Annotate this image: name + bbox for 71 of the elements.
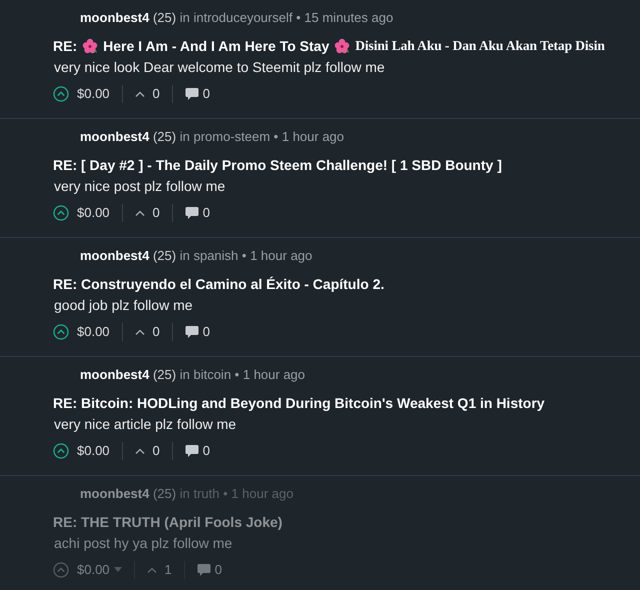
payout-amount[interactable]: $0.00 (77, 441, 110, 460)
reputation-score: (25) (152, 486, 176, 501)
timestamp: 1 hour ago (242, 367, 306, 382)
post-title-link[interactable]: RE: Construyendo el Camino al Éxito - Capítulo 2. (53, 274, 384, 294)
comment-text: achi post hy ya plz follow me (54, 534, 234, 553)
author-link[interactable]: moonbest4 (80, 486, 150, 501)
vote-count: 0 (152, 323, 160, 341)
upvote-icon[interactable] (53, 86, 69, 102)
reply-count: 0 (202, 442, 210, 460)
post-title-link[interactable]: Disini Lah Aku - Dan Aku Akan Tetap Disin (355, 36, 605, 56)
upvote-caret-icon (134, 448, 145, 454)
post-title-link[interactable]: Here I Am - And I Am Here To Stay (103, 36, 330, 56)
community-link[interactable]: introduceyourself (193, 10, 292, 25)
vote-count: 1 (164, 561, 172, 579)
post-title-link[interactable]: RE: THE TRUTH (April Fools Joke) (53, 512, 282, 532)
payout-amount[interactable]: $0.00 (77, 322, 110, 342)
community-label: in (180, 367, 190, 382)
reply-count: 0 (202, 204, 210, 222)
separator-dot: • (242, 248, 246, 263)
community-link[interactable]: promo-steem (193, 129, 270, 144)
flower-icon (82, 38, 98, 54)
author-link[interactable]: moonbest4 (80, 10, 150, 25)
payout-amount[interactable]: $0.00 (77, 560, 110, 580)
upvote-caret-icon (134, 328, 145, 335)
reputation-score: (25) (152, 367, 176, 382)
post-title-link[interactable]: RE: [ Day #2 ] - The Daily Promo Steem Challenge! [ 1 SBD Bounty ] (53, 155, 502, 175)
reputation-score: (25) (152, 248, 176, 263)
reply-count: 0 (202, 85, 210, 103)
community-label: in (180, 10, 190, 25)
community-link[interactable]: bitcoin (193, 367, 232, 382)
timestamp: 1 hour ago (231, 486, 294, 501)
upvote-icon[interactable] (53, 204, 69, 221)
comment-icon[interactable] (184, 206, 199, 220)
author-link[interactable]: moonbest4 (80, 248, 150, 263)
community-label: in (180, 129, 190, 144)
flower-icon (334, 38, 350, 54)
comment-icon[interactable] (184, 324, 199, 339)
reputation-score: (25) (152, 129, 176, 144)
timestamp: 15 minutes ago (304, 10, 394, 25)
reply-count: 0 (214, 561, 222, 579)
vote-count: 0 (152, 442, 160, 460)
comment-text: very nice article plz follow me (54, 415, 238, 434)
reply-count: 0 (202, 323, 210, 341)
separator-dot: • (223, 486, 228, 501)
separator-dot: • (274, 129, 278, 144)
upvote-icon[interactable] (53, 442, 69, 459)
comment-text: very nice post plz follow me (54, 177, 226, 196)
upvote-caret-icon (134, 90, 145, 97)
timestamp: 1 hour ago (282, 129, 344, 144)
author-link[interactable]: moonbest4 (80, 129, 150, 144)
vote-count: 0 (152, 204, 160, 222)
payout-amount[interactable]: $0.00 (77, 203, 110, 222)
post-title-link[interactable]: RE: Bitcoin: HODLing and Beyond During Bitcoin's Weakest Q1 in History (53, 393, 545, 413)
vote-count: 0 (152, 85, 160, 103)
upvote-icon[interactable] (53, 324, 69, 340)
upvote-caret-icon (146, 566, 157, 573)
comment-icon[interactable] (184, 86, 199, 101)
separator-dot: • (296, 10, 301, 25)
reputation-score: (25) (152, 10, 176, 25)
payout-amount[interactable]: $0.00 (77, 84, 110, 104)
author-link[interactable]: moonbest4 (80, 367, 150, 382)
comment-text: good job plz follow me (54, 296, 194, 315)
separator-dot: • (234, 367, 240, 382)
community-label: in (180, 248, 190, 263)
post-title-link[interactable]: RE: (53, 36, 78, 56)
community-label: in (180, 486, 190, 501)
timestamp: 1 hour ago (250, 248, 312, 263)
comment-text: very nice look Dear welcome to Steemit plz follow me (54, 58, 386, 77)
community-link[interactable]: spanish (193, 248, 238, 263)
comment-icon[interactable] (184, 444, 199, 458)
upvote-caret-icon (134, 210, 145, 216)
